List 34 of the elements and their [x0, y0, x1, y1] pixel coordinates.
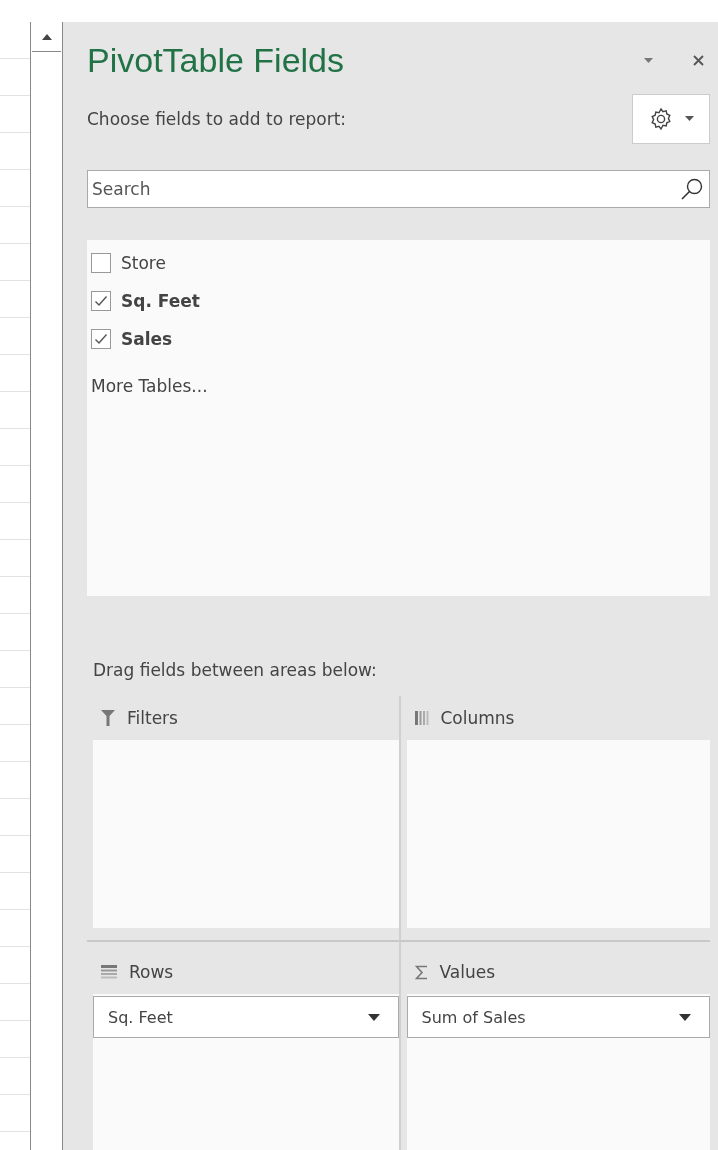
panel-title: PivotTable Fields	[87, 41, 345, 81]
drop-area[interactable]: Sq. Feet	[93, 994, 399, 1150]
filter-icon	[101, 710, 115, 726]
close-icon	[693, 55, 704, 67]
area-label: Columns	[440, 708, 515, 728]
search-field[interactable]: Search	[87, 169, 710, 208]
field-label[interactable]: Sq. Feet	[121, 290, 200, 311]
checkmark-icon	[94, 294, 108, 307]
area-label: Values	[439, 962, 496, 982]
area-label: Filters	[127, 708, 178, 728]
up-arrow-icon	[41, 33, 52, 40]
checkmark-icon	[94, 332, 108, 345]
more-tables-link[interactable]: More Tables...	[91, 375, 208, 396]
search-icon	[680, 176, 704, 201]
field-label[interactable]: Sales	[121, 328, 173, 349]
drag-fields-label: Drag fields between areas below:	[93, 660, 378, 680]
drop-area[interactable]: Sum of Sales	[406, 994, 710, 1150]
checkbox[interactable]	[91, 290, 111, 311]
columns-icon	[414, 711, 429, 725]
caret-icon	[684, 116, 694, 122]
settings-button[interactable]	[632, 93, 710, 144]
sigma-icon	[414, 964, 428, 980]
choose-fields-label: Choose fields to add to report:	[87, 108, 347, 129]
rows-icon	[101, 965, 117, 979]
checkbox[interactable]	[91, 252, 111, 273]
checkbox[interactable]	[91, 328, 111, 349]
area-label: Rows	[129, 962, 174, 982]
area-field-dropdown[interactable]: Sum of Sales	[406, 996, 710, 1038]
field-label[interactable]: Store	[121, 252, 166, 273]
gear-icon	[648, 106, 673, 131]
caret-icon	[367, 1013, 380, 1021]
caret-icon	[644, 58, 653, 64]
area-field-dropdown[interactable]: Sq. Feet	[93, 996, 399, 1038]
caret-icon	[679, 1013, 691, 1021]
